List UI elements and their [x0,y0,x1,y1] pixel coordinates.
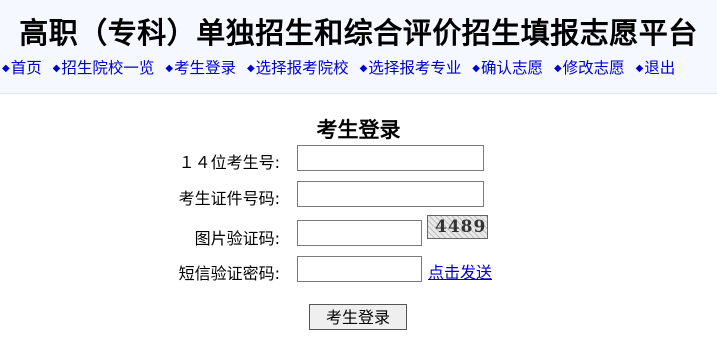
send-sms-link[interactable]: 点击发送 [428,259,492,283]
captcha-label: 图片验证码: [194,229,280,248]
nav-confirm[interactable]: 确认志愿 [481,59,543,77]
id-number-input[interactable] [297,181,484,207]
login-form-title: 考生登录 [316,118,401,142]
nav-select-school[interactable]: 选择报考院校 [256,59,349,77]
bullet-icon: ◆ [359,63,368,74]
nav-home[interactable]: 首页 [11,59,42,77]
login-button[interactable]: 考生登录 [309,304,407,330]
bullet-icon: ◆ [165,63,174,74]
nav-logout[interactable]: 退出 [644,59,675,77]
bullet-icon: ◆ [246,63,255,74]
bullet-icon: ◆ [553,63,562,74]
bullet-icon: ◆ [472,63,480,74]
page-header: 高职（专科）单独招生和综合评价招生填报志愿平台 ◆首页 ◆招生院校一览 ◆考生登… [0,0,717,94]
top-nav: ◆首页 ◆招生院校一览 ◆考生登录 ◆选择报考院校 ◆选择报考专业 ◆确认志愿 … [2,56,681,78]
nav-select-major[interactable]: 选择报考专业 [368,59,461,77]
bullet-icon: ◆ [635,63,644,74]
nav-login[interactable]: 考生登录 [174,59,236,77]
bullet-icon: ◆ [2,63,10,74]
captcha-input[interactable] [297,220,422,246]
nav-schools[interactable]: 招生院校一览 [61,59,154,77]
exam-number-label: １４位考生号: [178,153,280,172]
sms-code-label: 短信验证密码: [178,264,280,283]
exam-number-input[interactable] [297,145,484,171]
bullet-icon: ◆ [52,63,61,74]
page-title: 高职（专科）单独招生和综合评价招生填报志愿平台 [19,16,698,50]
captcha-text: 4489 [435,217,487,237]
nav-modify[interactable]: 修改志愿 [563,59,625,77]
id-number-label: 考生证件号码: [178,189,280,208]
sms-code-input[interactable] [297,256,422,282]
captcha-image[interactable]: 4489 [427,215,488,239]
